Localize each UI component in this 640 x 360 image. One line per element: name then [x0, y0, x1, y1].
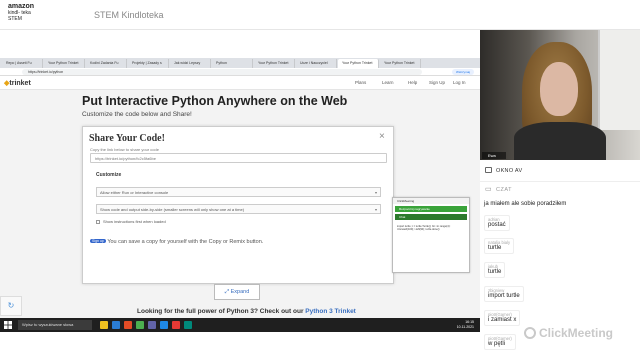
layout-select[interactable]: Show code and output side-by-side (small…	[96, 204, 381, 214]
clickmeeting-icon	[524, 327, 536, 339]
run-mode-select[interactable]: Allow either Run or Interactive console ▾	[96, 187, 381, 197]
presenter-face	[540, 62, 578, 116]
sign-up-badge[interactable]: Sign up	[90, 239, 106, 243]
browser-tab[interactable]: Your Python Trinket	[380, 59, 421, 68]
browser-tab[interactable]: Jak widzi Lepszy	[170, 59, 211, 68]
teams-icon[interactable]	[148, 321, 156, 329]
chevron-down-icon: ▾	[374, 190, 377, 195]
chat-bubble-icon: ▭	[485, 186, 492, 193]
browser-tab-strip: Repo | Asseti Fu Your Python Trinket Kod…	[0, 58, 480, 68]
app-icon[interactable]	[172, 321, 180, 329]
file-explorer-icon[interactable]	[100, 321, 108, 329]
presenter-name-label: Ewa	[482, 152, 506, 159]
presenter-body	[514, 122, 606, 160]
mini-chat-tab[interactable]: Chat	[395, 214, 467, 220]
chevron-down-icon: ▾	[374, 207, 377, 212]
amazon-kindloteka-logo: amazon kindl- teka STEM	[8, 3, 35, 22]
edge-icon[interactable]	[112, 321, 120, 329]
copy-link-label: Copy the link below to share your code	[90, 147, 159, 152]
browser-tab[interactable]: Kodini Zadania Fu	[86, 59, 127, 68]
mini-panel-text: import turtle; t = turtle.Turtle(); for …	[397, 225, 451, 232]
chrome-icon[interactable]	[136, 321, 144, 329]
camera-shelf	[598, 30, 640, 130]
share-modal: Share Your Code! × Copy the link below t…	[82, 126, 394, 284]
app-icon[interactable]	[184, 321, 192, 329]
word-icon[interactable]	[160, 321, 168, 329]
page-subline: Customize the code below and Share!	[82, 111, 192, 118]
nav-help[interactable]: Help	[408, 80, 417, 85]
browser-tab-active[interactable]: Your Python Trinket	[338, 59, 379, 68]
taskbar-search-input[interactable]: Wpisz tu wyszukiwane słowa	[18, 320, 92, 330]
modal-title: Share Your Code!	[89, 133, 165, 144]
browser-tab[interactable]: Your Python Trinket	[44, 59, 85, 68]
chat-message: adrian postać	[484, 215, 510, 231]
browser-address-bar: https://trinket.io/python Wstrzymaj	[0, 68, 480, 76]
nav-plans[interactable]: Plans	[355, 80, 366, 85]
windows-start-icon[interactable]	[4, 321, 12, 329]
instructions-checkbox[interactable]	[96, 220, 100, 224]
save-copy-note: Sign up You can save a copy for yourself…	[90, 239, 264, 245]
close-icon[interactable]: ×	[379, 131, 385, 142]
chat-message: natalia bialy turtle	[484, 238, 515, 254]
chat-message: ja miałem ale sobie poradziłem	[484, 201, 567, 207]
recaptcha-icon: ↻	[0, 296, 22, 316]
customize-heading: Customize	[96, 172, 122, 178]
chat-title: CZAT	[496, 187, 512, 193]
record-button[interactable]: Rozpocznij nagrywanie	[395, 206, 467, 212]
chat-message: piotr(Gamer) i zamiast x	[484, 310, 521, 326]
trinket-logo[interactable]: ◆trinket	[4, 79, 31, 87]
checkbox-label: Show instructions first when loaded	[103, 219, 166, 224]
page-headline: Put Interactive Python Anywhere on the W…	[82, 94, 348, 108]
chat-message: jakub turtle	[484, 262, 506, 278]
expand-button-label[interactable]: ⤢ Expand	[214, 284, 260, 300]
chat-message: piotr(Gamer) w pętli	[484, 334, 516, 350]
clickmeeting-logo: ClickMeeting	[524, 326, 613, 340]
nav-sign-up[interactable]: Sign Up	[429, 80, 445, 85]
trinket-navbar: ◆trinket Plans Learn Help Sign Up Log In	[0, 76, 480, 90]
share-link-input[interactable]: https://trinket.io/python/fc2c5fa6be	[90, 153, 387, 163]
webinar-title: STEM Kindloteka	[94, 10, 164, 20]
presenter-camera	[480, 30, 640, 160]
browser-tab[interactable]: Projekty | Zasady s	[128, 59, 169, 68]
monitor-icon	[485, 167, 492, 173]
expand-icon: ⤢	[224, 289, 230, 295]
nav-learn[interactable]: Learn	[382, 80, 394, 85]
browser-tab[interactable]: Your Python Trinket	[254, 59, 295, 68]
browser-tab[interactable]: Python	[212, 59, 253, 68]
clickmeeting-mini-panel: ClickMeeting Rozpocznij nagrywanie Chat …	[392, 197, 470, 273]
av-window-label[interactable]: OKNO AV	[496, 168, 522, 174]
browser-tab[interactable]: Ucze i Nauczyciel	[296, 59, 337, 68]
url-input[interactable]: https://trinket.io/python	[22, 69, 422, 75]
browser-tab[interactable]: Repo | Asseti Fu	[2, 59, 43, 68]
windows-taskbar: Wpisz tu wyszukiwane słowa 16:15 10.11.20…	[0, 318, 480, 332]
chat-message: zbigniew import turtle	[484, 286, 524, 302]
python3-promo: Looking for the full power of Python 3? …	[137, 308, 356, 315]
profile-button[interactable]: Wstrzymaj	[452, 69, 474, 75]
taskbar-clock: 16:15 10.11.2021	[456, 320, 474, 329]
nav-log-in[interactable]: Log In	[453, 80, 466, 85]
office-icon[interactable]	[124, 321, 132, 329]
python3-trinket-link[interactable]: Python 3 Trinket	[305, 308, 356, 315]
mini-panel-header: ClickMeeting	[393, 198, 469, 204]
